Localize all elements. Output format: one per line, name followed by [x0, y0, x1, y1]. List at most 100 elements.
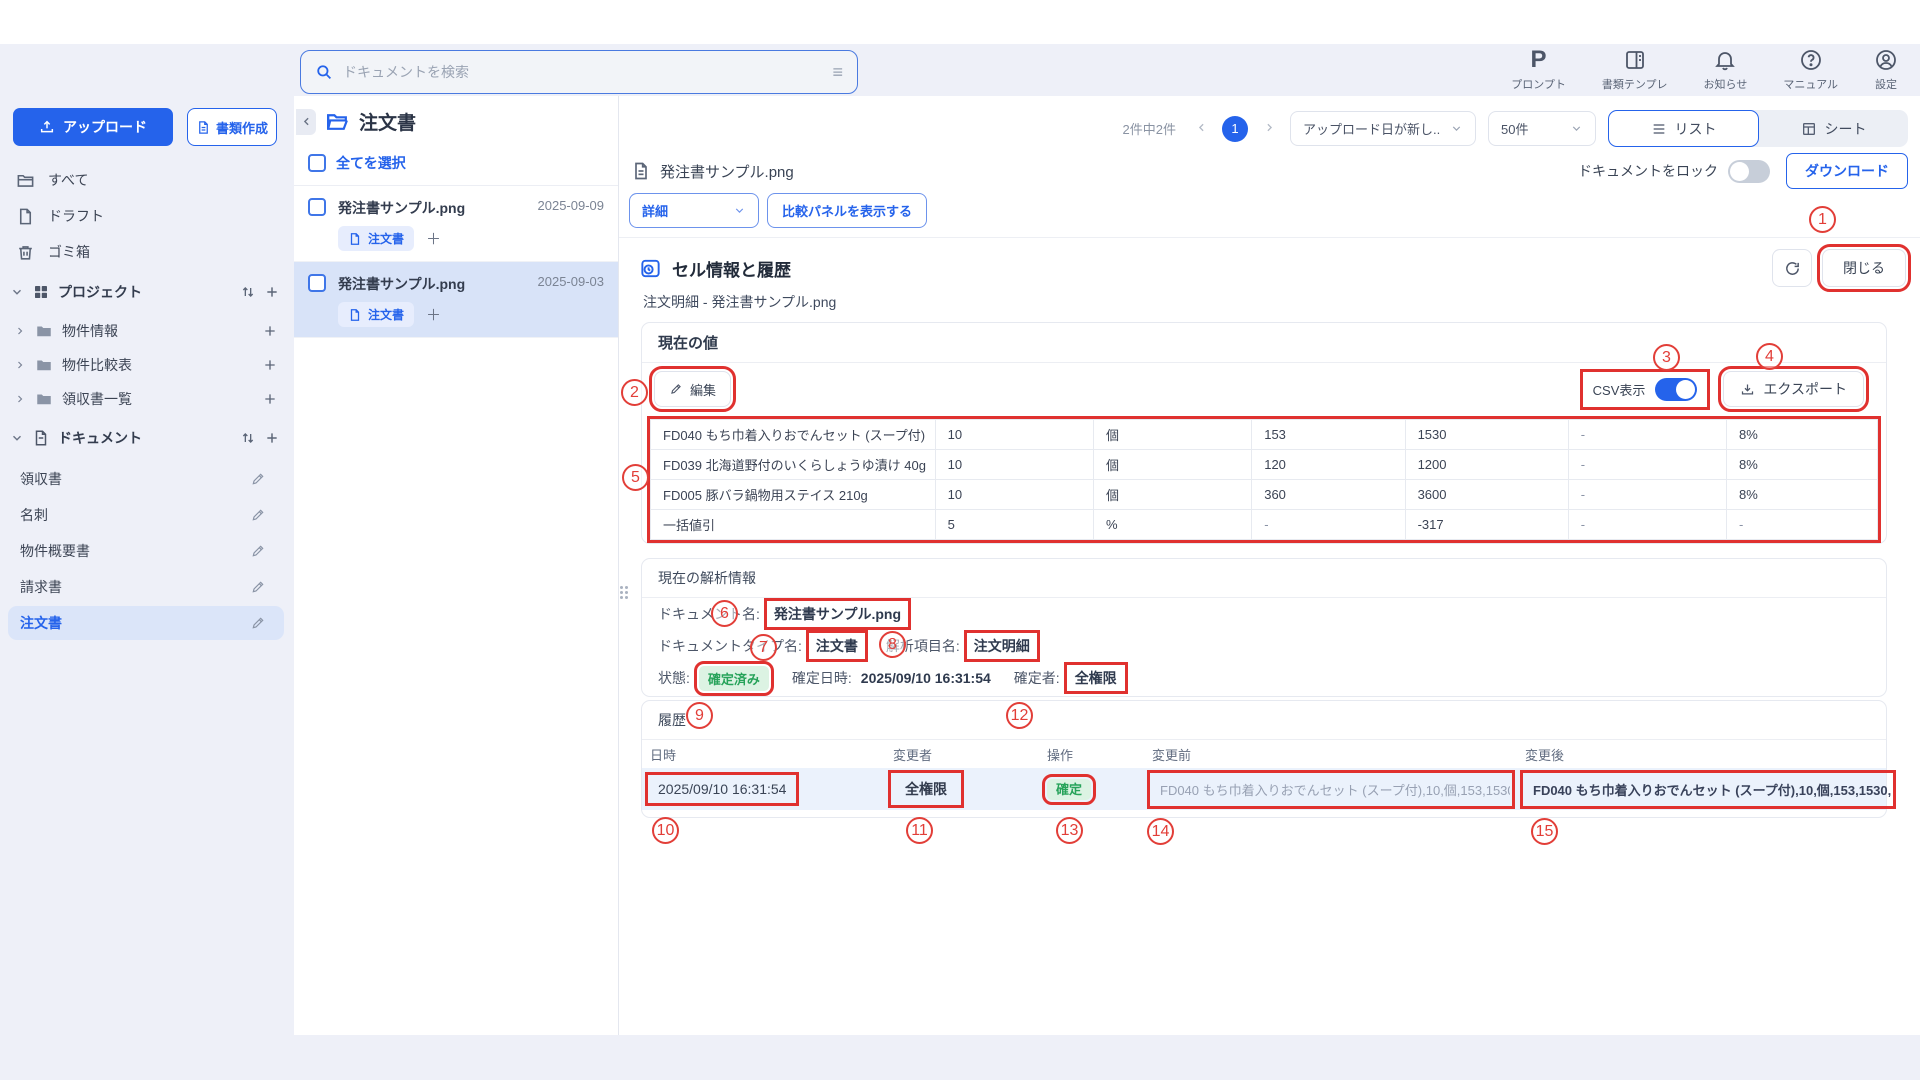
folder-icon — [35, 390, 53, 408]
doc-name-value: 発注書サンプル.png — [769, 603, 906, 625]
drag-handle[interactable] — [620, 586, 630, 599]
topnav-settings[interactable]: 設定 — [1874, 48, 1898, 92]
csv-label: CSV表示 — [1593, 380, 1646, 399]
edit-pencil-icon[interactable] — [250, 471, 266, 487]
chevron-left-icon — [300, 115, 313, 128]
prompt-icon: P — [1531, 48, 1547, 72]
current-page[interactable]: 1 — [1222, 116, 1248, 142]
sidebar-item-all[interactable]: すべて — [0, 162, 294, 198]
close-button[interactable]: 閉じる — [1822, 249, 1906, 287]
history-after: FD040 もち巾着入りおでんセット (スープ付),10,個,153,1530,… — [1525, 775, 1891, 804]
item-checkbox[interactable] — [308, 274, 326, 292]
file-title: 発注書サンプル.png — [660, 161, 794, 182]
select-all-row[interactable]: 全てを選択 — [294, 145, 618, 186]
edit-pencil-icon[interactable] — [250, 543, 266, 559]
detail-dropdown[interactable]: 詳細 — [629, 193, 759, 228]
collapse-panel-button[interactable] — [296, 109, 316, 135]
lock-toggle[interactable] — [1728, 160, 1770, 183]
list-item[interactable]: 発注書サンプル.png 2025-09-09 注文書 ＋ — [294, 186, 618, 262]
export-button[interactable]: エクスポート — [1723, 371, 1864, 407]
sidebar-project-ryoshusho-ichiran[interactable]: 領収書一覧 — [0, 382, 294, 416]
tag-pill[interactable]: 注文書 — [338, 302, 414, 327]
select-all-checkbox[interactable] — [308, 154, 326, 172]
document-icon — [196, 120, 211, 135]
sidebar-doc-seikyusho[interactable]: 請求書 — [0, 570, 284, 604]
edit-pencil-icon[interactable] — [250, 579, 266, 595]
prev-page-button[interactable] — [1192, 121, 1210, 137]
add-icon[interactable] — [262, 391, 278, 407]
view-switch: リスト シート — [1608, 110, 1908, 147]
sidebar-item-trash[interactable]: ゴミ箱 — [0, 234, 294, 270]
topnav-prompt[interactable]: P プロンプト — [1511, 48, 1566, 92]
search-bar[interactable]: ≡ — [300, 50, 858, 94]
sort-icon[interactable] — [240, 430, 256, 446]
annotation-2: 2 — [621, 379, 648, 406]
sidebar-item-draft[interactable]: ドラフト — [0, 198, 294, 234]
list-item-selected[interactable]: 発注書サンプル.png 2025-09-03 注文書 ＋ — [294, 262, 618, 338]
refresh-button[interactable] — [1772, 249, 1812, 287]
status-label: 状態: — [658, 668, 690, 688]
sidebar-doc-meishi[interactable]: 名刺 — [0, 498, 284, 532]
add-tag-icon[interactable]: ＋ — [426, 304, 441, 325]
add-icon[interactable] — [262, 323, 278, 339]
chevron-right-icon — [1263, 121, 1276, 134]
sort-icon[interactable] — [240, 284, 256, 300]
grid-icon — [32, 283, 50, 301]
table-row: 一括値引5%--317-- — [651, 510, 1878, 540]
download-button[interactable]: ダウンロード — [1786, 153, 1908, 189]
sidebar-doc-chumonsho[interactable]: 注文書 — [8, 606, 284, 640]
topnav-template[interactable]: 書類テンプレ — [1602, 48, 1668, 92]
sidebar-project-bukken-hikaku[interactable]: 物件比較表 — [0, 348, 294, 382]
upload-icon — [39, 119, 55, 135]
chevron-down-icon[interactable] — [10, 431, 24, 445]
sidebar-doc-ryoshusho[interactable]: 領収書 — [0, 462, 284, 496]
annotation-1: 1 — [1809, 206, 1836, 233]
add-tag-icon[interactable]: ＋ — [426, 228, 441, 249]
sidebar-doc-bukken-gaiyosho[interactable]: 物件概要書 — [0, 534, 284, 568]
annotation-5: 5 — [622, 464, 649, 491]
chevron-down-icon[interactable] — [10, 285, 24, 299]
chevron-right-icon[interactable] — [14, 393, 26, 405]
page-size-dropdown[interactable]: 50件 — [1488, 111, 1596, 146]
sidebar-project-bukken-joho[interactable]: 物件情報 — [0, 314, 294, 348]
sidebar-section-projects[interactable]: プロジェクト — [0, 270, 294, 314]
folder-icon — [16, 171, 35, 190]
document-list-panel: 注文書 全てを選択 発注書サンプル.png 2025-09-09 注文書 ＋ 発… — [294, 96, 619, 1035]
sort-dropdown[interactable]: アップロード日が新し.. — [1290, 111, 1476, 146]
tag-pill[interactable]: 注文書 — [338, 226, 414, 251]
add-icon[interactable] — [262, 357, 278, 373]
search-input[interactable] — [343, 64, 822, 80]
upload-button[interactable]: アップロード — [13, 108, 173, 146]
edit-button[interactable]: 編集 — [654, 371, 731, 407]
edit-pencil-icon[interactable] — [250, 615, 266, 631]
folder-icon — [35, 356, 53, 374]
analysis-title: 現在の解析情報 — [642, 559, 1886, 598]
add-icon[interactable] — [264, 430, 280, 446]
document-icon — [16, 207, 35, 226]
topnav-manual[interactable]: マニュアル — [1783, 48, 1838, 92]
chevron-down-icon — [1570, 122, 1583, 135]
folder-open-icon — [325, 109, 350, 134]
next-page-button[interactable] — [1260, 121, 1278, 137]
top-navigation: P プロンプト 書類テンプレ お知らせ マニュアル 設定 — [1511, 48, 1898, 92]
confirmed-at-label: 確定日時: — [792, 668, 852, 688]
history-datetime: 2025/09/10 16:31:54 — [650, 777, 794, 801]
item-checkbox[interactable] — [308, 198, 326, 216]
view-sheet-button[interactable]: シート — [1759, 110, 1908, 147]
compare-panel-button[interactable]: 比較パネルを表示する — [767, 193, 927, 228]
chevron-right-icon[interactable] — [14, 325, 26, 337]
edit-pencil-icon[interactable] — [250, 507, 266, 523]
topnav-notifications[interactable]: お知らせ — [1704, 48, 1748, 92]
create-document-button[interactable]: 書類作成 — [187, 108, 277, 146]
search-filter-icon[interactable]: ≡ — [832, 62, 843, 83]
history-col-after: 変更後 — [1525, 745, 1878, 764]
add-icon[interactable] — [264, 284, 280, 300]
history-col-before: 変更前 — [1152, 745, 1525, 764]
chevron-right-icon[interactable] — [14, 359, 26, 371]
annotation-10: 10 — [652, 817, 679, 844]
csv-toggle[interactable] — [1655, 378, 1697, 401]
view-list-button[interactable]: リスト — [1608, 110, 1759, 147]
sidebar-section-documents[interactable]: ドキュメント — [0, 416, 294, 460]
chevron-down-icon — [1450, 122, 1463, 135]
edit-pencil-icon — [669, 382, 683, 396]
